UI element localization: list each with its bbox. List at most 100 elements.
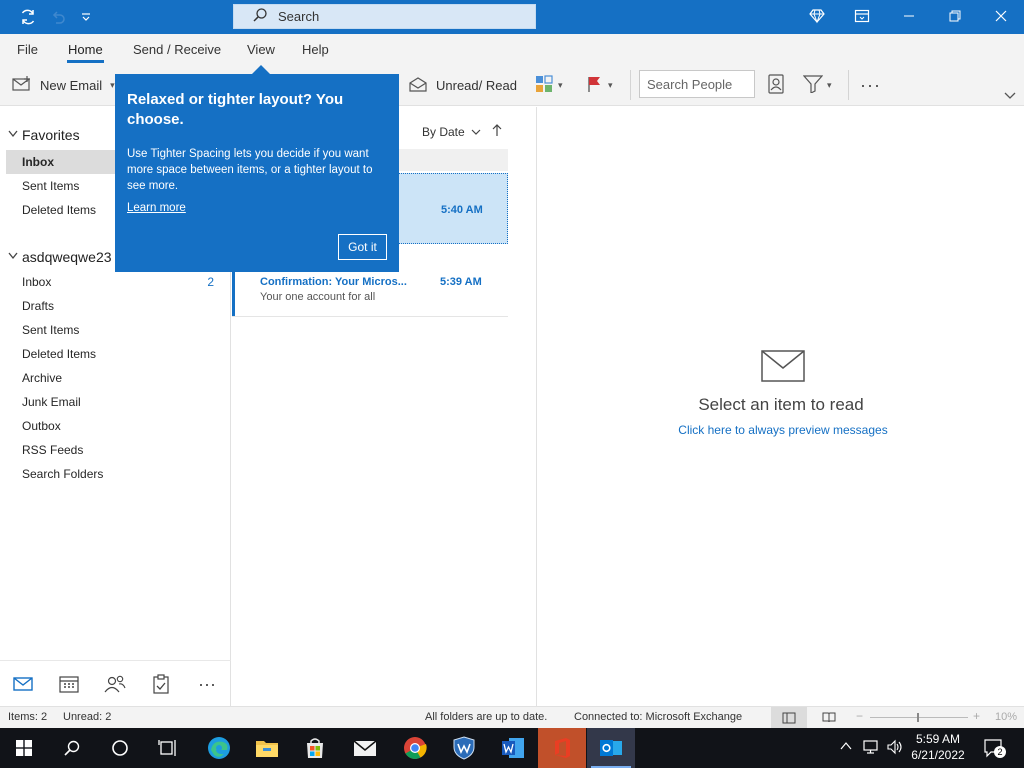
notification-badge: 2 bbox=[994, 746, 1006, 758]
customize-toolbar-icon[interactable] bbox=[76, 7, 96, 27]
sync-icon[interactable] bbox=[18, 7, 38, 27]
chevron-down-icon[interactable]: ▾ bbox=[110, 80, 115, 91]
mail-icon[interactable] bbox=[11, 673, 35, 695]
folder-inbox[interactable]: Inbox 2 bbox=[6, 270, 230, 294]
favorites-header[interactable]: Favorites bbox=[8, 127, 80, 143]
clock-date: 6/21/2022 bbox=[911, 748, 965, 762]
module-switcher: ··· bbox=[0, 660, 231, 706]
taskbar-search-icon[interactable] bbox=[48, 728, 96, 768]
undo-icon[interactable] bbox=[48, 7, 68, 27]
tab-view[interactable]: View bbox=[247, 42, 275, 57]
close-button[interactable] bbox=[978, 0, 1024, 32]
new-email-button[interactable]: New Email ▾ bbox=[12, 74, 115, 96]
restore-button[interactable] bbox=[932, 0, 978, 32]
task-view-icon[interactable] bbox=[144, 728, 192, 768]
sync-status: All folders are up to date. bbox=[425, 711, 548, 723]
zoom-out-icon[interactable]: − bbox=[856, 709, 863, 723]
office-icon[interactable] bbox=[538, 728, 586, 768]
reading-pane: Select an item to read Click here to alw… bbox=[538, 107, 1024, 706]
open-envelope-icon bbox=[408, 76, 428, 95]
volume-icon[interactable] bbox=[886, 739, 904, 758]
store-icon[interactable] bbox=[291, 728, 339, 768]
tab-file[interactable]: File bbox=[17, 42, 38, 57]
people-icon[interactable] bbox=[103, 673, 127, 695]
folder-label: Junk Email bbox=[22, 395, 81, 409]
more-commands-button[interactable]: ··· bbox=[860, 74, 881, 96]
normal-view-icon bbox=[782, 712, 796, 723]
network-icon[interactable] bbox=[862, 739, 880, 758]
notification-center-icon[interactable]: 2 bbox=[983, 738, 1006, 761]
folder-label: Deleted Items bbox=[22, 347, 97, 361]
folder-label: Drafts bbox=[22, 299, 55, 313]
unread-read-button[interactable]: Unread/ Read bbox=[408, 74, 517, 96]
system-clock[interactable]: 5:59 AM 6/21/2022 bbox=[908, 731, 968, 763]
search-input[interactable]: Search bbox=[233, 4, 536, 29]
favorites-label: Favorites bbox=[22, 127, 80, 143]
folder-rss-feeds[interactable]: RSS Feeds bbox=[6, 438, 230, 462]
clock-time: 5:59 AM bbox=[915, 732, 961, 746]
mail-app-icon[interactable] bbox=[341, 728, 389, 768]
more-apps-icon[interactable]: ··· bbox=[195, 673, 219, 695]
empty-reading-title: Select an item to read bbox=[698, 395, 864, 414]
folder-deleted-items[interactable]: Deleted Items bbox=[6, 342, 230, 366]
show-hidden-icons-chevron-icon[interactable] bbox=[840, 740, 852, 754]
folder-archive[interactable]: Archive bbox=[6, 366, 230, 390]
chevron-down-icon[interactable]: ▾ bbox=[827, 80, 832, 91]
got-it-button[interactable]: Got it bbox=[338, 234, 387, 260]
normal-view-button[interactable] bbox=[771, 707, 807, 728]
windows-start-icon[interactable] bbox=[0, 728, 48, 768]
folder-label: RSS Feeds bbox=[22, 443, 84, 457]
account-label: asdqweqwe23 bbox=[22, 249, 112, 265]
callout-body: Use Tighter Spacing lets you decide if y… bbox=[127, 148, 373, 192]
zoom-slider[interactable] bbox=[870, 713, 968, 722]
edge-browser-icon[interactable] bbox=[195, 728, 243, 768]
flag-icon bbox=[586, 75, 604, 96]
folder-drafts[interactable]: Drafts bbox=[6, 294, 230, 318]
search-icon bbox=[252, 7, 268, 26]
folder-label: Inbox bbox=[22, 155, 54, 169]
file-explorer-icon[interactable] bbox=[243, 728, 291, 768]
learn-more-link[interactable]: Learn more bbox=[127, 202, 186, 214]
outlook-icon[interactable] bbox=[587, 728, 635, 768]
word-icon[interactable] bbox=[489, 728, 537, 768]
ribbon-display-options-icon[interactable] bbox=[839, 0, 885, 32]
always-preview-link[interactable]: Click here to always preview messages bbox=[538, 423, 1024, 437]
message-time: 5:40 AM bbox=[441, 204, 483, 216]
reading-view-button[interactable] bbox=[822, 711, 836, 726]
chevron-down-icon[interactable]: ▾ bbox=[558, 80, 563, 91]
folder-label: Outbox bbox=[22, 419, 61, 433]
calendar-icon[interactable] bbox=[57, 673, 81, 695]
filter-icon bbox=[802, 74, 824, 96]
new-email-icon bbox=[12, 75, 32, 95]
folder-outbox[interactable]: Outbox bbox=[6, 414, 230, 438]
folder-junk-email[interactable]: Junk Email bbox=[6, 390, 230, 414]
address-book-button[interactable] bbox=[767, 73, 785, 96]
minimize-button[interactable] bbox=[886, 0, 932, 32]
tab-help[interactable]: Help bbox=[302, 42, 329, 57]
account-header[interactable]: asdqweqwe23 bbox=[8, 249, 112, 265]
chevron-down-icon[interactable]: ▾ bbox=[608, 80, 613, 91]
item-count: Items: 2 bbox=[8, 711, 48, 723]
folder-sent-items[interactable]: Sent Items bbox=[6, 318, 230, 342]
sort-by-date-button[interactable]: By Date bbox=[422, 125, 481, 139]
chevron-down-icon[interactable] bbox=[8, 252, 18, 263]
tab-send-receive[interactable]: Send / Receive bbox=[133, 42, 221, 57]
folder-search-folders[interactable]: Search Folders bbox=[6, 462, 230, 486]
collapse-ribbon-button[interactable] bbox=[1004, 84, 1016, 106]
search-people-input[interactable]: Search People bbox=[639, 70, 755, 98]
premium-diamond-icon[interactable] bbox=[794, 0, 840, 32]
zoom-slider-thumb[interactable] bbox=[917, 713, 919, 722]
flag-button[interactable]: ▾ bbox=[586, 74, 613, 96]
tasks-icon[interactable] bbox=[149, 673, 173, 695]
categorize-button[interactable]: ▾ bbox=[535, 74, 563, 96]
callout-title: Relaxed or tighter layout? You choose. bbox=[127, 91, 344, 128]
sort-direction-arrow-icon[interactable] bbox=[492, 123, 502, 140]
security-shield-icon[interactable] bbox=[440, 728, 488, 768]
chrome-icon[interactable] bbox=[391, 728, 439, 768]
chevron-down-icon[interactable] bbox=[8, 130, 18, 141]
tighter-spacing-callout: Relaxed or tighter layout? You choose. U… bbox=[115, 65, 399, 272]
cortana-icon[interactable] bbox=[96, 728, 144, 768]
tab-home[interactable]: Home bbox=[67, 42, 104, 63]
zoom-in-icon[interactable]: + bbox=[973, 709, 980, 723]
filter-email-button[interactable]: ▾ bbox=[802, 74, 832, 96]
